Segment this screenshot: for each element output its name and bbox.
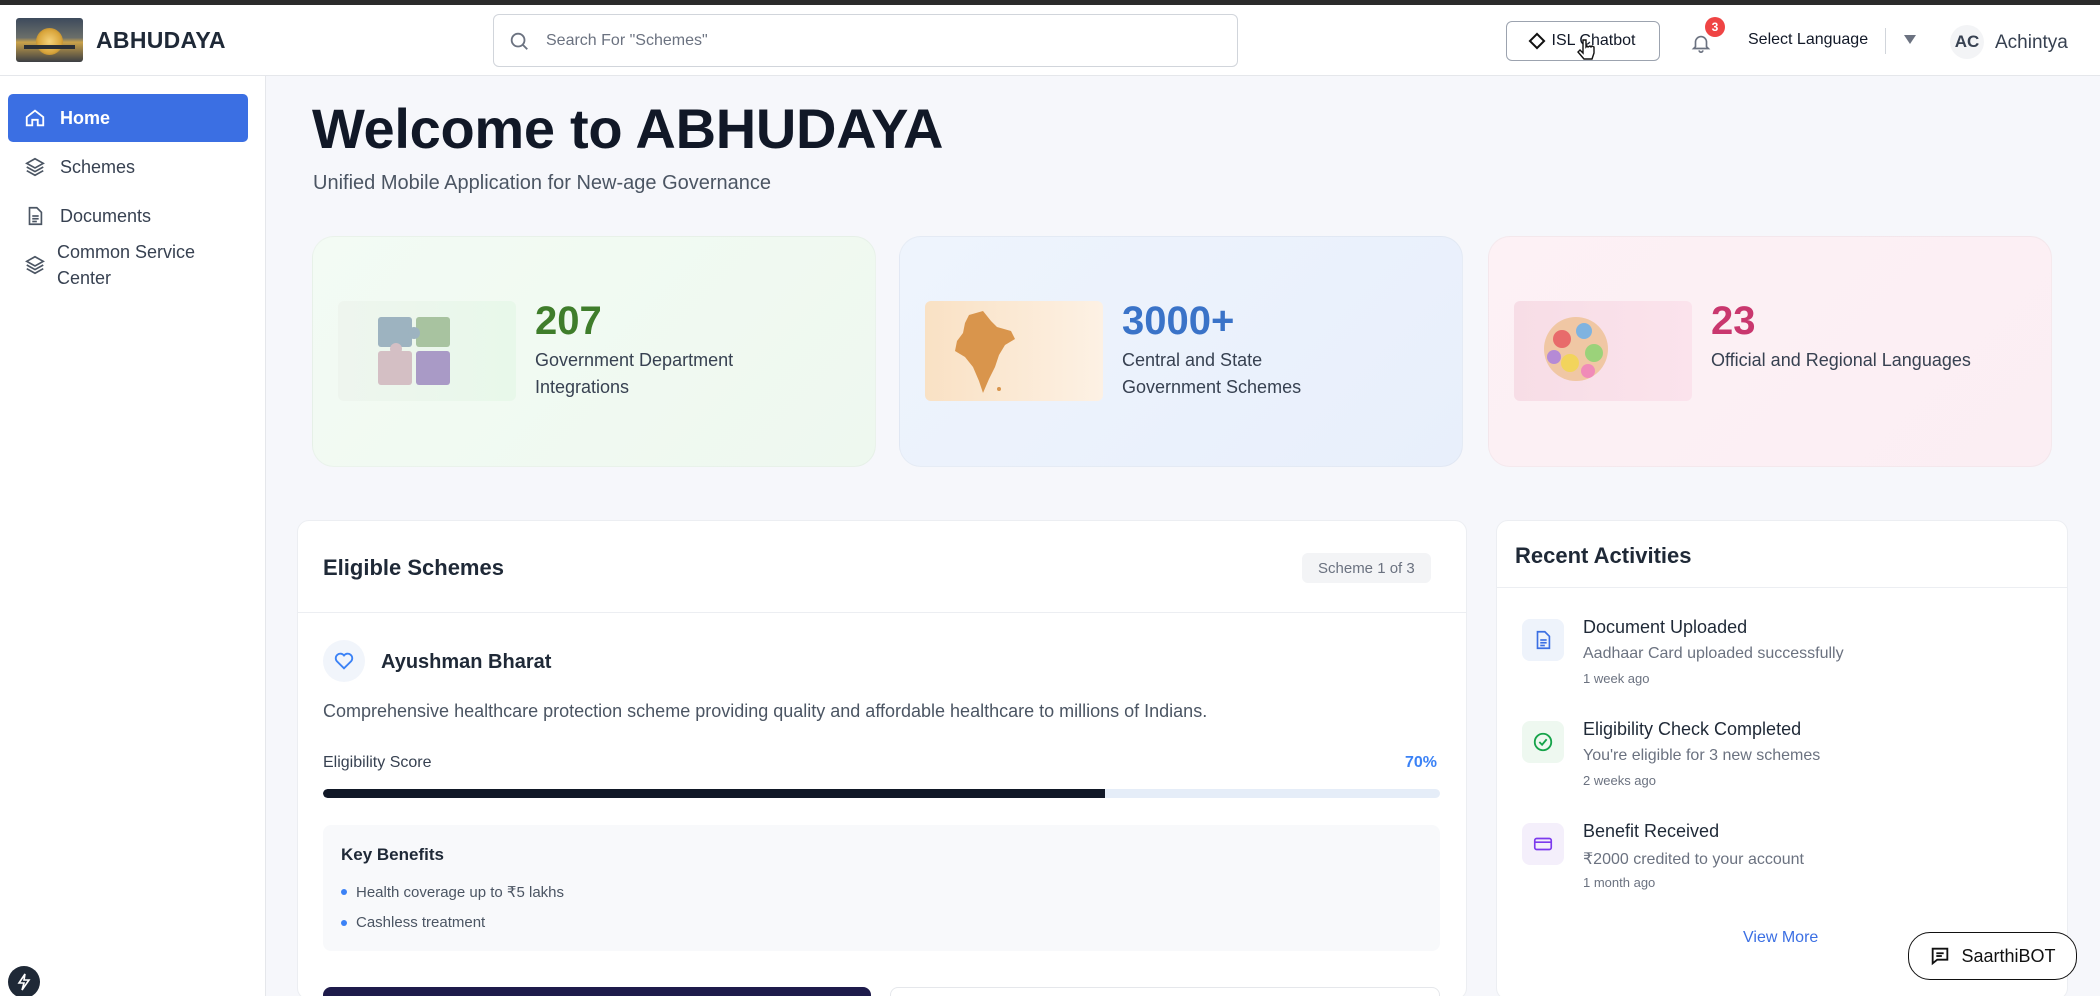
activity-title: Benefit Received — [1583, 821, 1720, 841]
stat-desc-line2: Integrations — [535, 377, 630, 397]
sidebar-item-home[interactable]: Home — [8, 94, 248, 142]
mouse-pointer-icon — [1577, 39, 1595, 60]
sidebar-item-label: Home — [60, 107, 111, 128]
saarthi-bot-button[interactable]: SaarthiBOT — [1908, 932, 2077, 980]
diamond-icon — [1528, 32, 1546, 50]
view-more-link[interactable]: View More — [1743, 929, 1818, 947]
sidebar-item-schemes[interactable]: Schemes — [8, 143, 248, 191]
sidebar-item-label: Common Service Center — [57, 239, 195, 291]
activity-item[interactable]: Document Uploaded Aadhaar Card uploaded … — [1522, 617, 2042, 707]
sidebar-item-label: Schemes — [60, 156, 136, 177]
activity-title: Eligibility Check Completed — [1583, 719, 1802, 739]
list-item: Cashless treatment — [341, 914, 485, 931]
language-selector[interactable]: Select Language — [1748, 31, 1868, 49]
stat-description: Official and Regional Languages — [1711, 347, 2031, 374]
activity-title: Document Uploaded — [1583, 617, 1748, 637]
heart-icon[interactable] — [323, 640, 365, 682]
stat-desc-line1: Government Department — [535, 350, 734, 370]
stat-desc-line1: Central and State — [1122, 350, 1263, 370]
eligibility-score-value: 70% — [1405, 754, 1438, 771]
key-benefits-panel: Key Benefits Health coverage up to ₹5 la… — [323, 825, 1440, 951]
eligible-schemes-card: Eligible Schemes Scheme 1 of 3 Ayushman … — [297, 520, 1467, 996]
search-input[interactable] — [546, 27, 1206, 55]
list-item: Health coverage up to ₹5 lakhs — [341, 883, 564, 901]
speech-bubbles-image — [1514, 301, 1692, 401]
lightning-icon[interactable] — [8, 966, 40, 996]
home-icon — [25, 109, 45, 127]
top-header: ABHUDAYA ISL Chatbot 3 Select Language A… — [0, 5, 2100, 76]
eligibility-score-label: Eligibility Score — [323, 754, 432, 771]
scheme-primary-button[interactable] — [323, 987, 871, 996]
document-icon — [28, 206, 43, 226]
stat-card-schemes: 3000+ Central and State Government Scheme… — [899, 236, 1463, 467]
layers-icon — [25, 255, 45, 275]
brand-name[interactable]: ABHUDAYA — [96, 27, 226, 54]
language-divider — [1885, 28, 1886, 54]
benefit-text: Cashless treatment — [356, 914, 486, 931]
eligible-schemes-title: Eligible Schemes — [323, 555, 504, 580]
recent-activities-title: Recent Activities — [1515, 543, 1692, 568]
activity-time: 1 month ago — [1583, 875, 1656, 890]
credit-card-icon — [1522, 823, 1564, 865]
activity-subtitle: ₹2000 credited to your account — [1583, 851, 1804, 868]
stat-desc-line2: Government Schemes — [1122, 377, 1302, 397]
stat-card-languages: 23 Official and Regional Languages — [1488, 236, 2052, 467]
page-subtitle: Unified Mobile Application for New-age G… — [313, 172, 772, 194]
sidebar-item-label: Documents — [60, 205, 152, 226]
sidebar-item-common-service-center[interactable]: Common Service Center — [8, 237, 248, 293]
stat-desc-line1: Official and Regional Languages — [1711, 350, 1971, 370]
saarthi-bot-label: SaarthiBOT — [1961, 945, 2056, 966]
activity-subtitle: Aadhaar Card uploaded successfully — [1583, 645, 1844, 662]
benefit-text: Health coverage up to ₹5 lakhs — [356, 884, 565, 901]
puzzle-image — [338, 301, 516, 401]
activity-item[interactable]: Benefit Received ₹2000 credited to your … — [1522, 821, 2042, 911]
avatar[interactable]: AC — [1950, 25, 1984, 59]
stat-description: Central and State Government Schemes — [1122, 347, 1382, 401]
scheme-secondary-button[interactable] — [890, 987, 1440, 996]
user-name[interactable]: Achintya — [1995, 32, 2068, 54]
chevron-down-icon[interactable] — [1904, 35, 1916, 44]
stat-value: 23 — [1711, 299, 1756, 343]
bullet-icon — [341, 889, 347, 895]
bullet-icon — [341, 919, 347, 926]
india-map-image — [925, 301, 1103, 401]
search-bar[interactable] — [493, 14, 1238, 67]
activity-time: 1 week ago — [1583, 671, 1650, 686]
check-circle-icon — [1522, 721, 1564, 763]
chat-icon — [1932, 947, 1949, 966]
page-title: Welcome to ABHUDAYA — [312, 97, 944, 160]
divider — [298, 612, 1466, 613]
divider — [1497, 587, 2067, 588]
sidebar: Home Schemes Documents Common Service Cen… — [0, 76, 266, 996]
search-icon — [510, 32, 528, 50]
stat-card-departments: 207 Government Department Integrations — [312, 236, 876, 467]
recent-activities-card: Recent Activities Document Uploaded Aadh… — [1496, 520, 2068, 996]
activity-item[interactable]: Eligibility Check Completed You're eligi… — [1522, 719, 2042, 809]
brand-logo[interactable] — [16, 18, 83, 62]
stat-description: Government Department Integrations — [535, 347, 795, 401]
sidebar-item-label-line2: Center — [57, 268, 112, 288]
layers-icon — [25, 157, 45, 177]
sidebar-item-label-line1: Common Service — [57, 242, 196, 262]
key-benefits-title: Key Benefits — [341, 845, 444, 864]
scheme-description: Comprehensive healthcare protection sche… — [323, 701, 1208, 721]
sidebar-item-documents[interactable]: Documents — [8, 192, 248, 240]
eligibility-progress-fill — [323, 789, 1105, 798]
eligibility-progress-bar — [323, 789, 1440, 798]
scheme-pager-badge: Scheme 1 of 3 — [1302, 553, 1431, 583]
activity-time: 2 weeks ago — [1583, 773, 1656, 788]
scheme-name[interactable]: Ayushman Bharat — [381, 651, 551, 674]
document-icon — [1522, 619, 1564, 661]
stat-value: 3000+ — [1122, 299, 1235, 343]
stat-value: 207 — [535, 299, 602, 343]
notification-badge: 3 — [1705, 17, 1725, 37]
activity-subtitle: You're eligible for 3 new schemes — [1583, 747, 1821, 764]
